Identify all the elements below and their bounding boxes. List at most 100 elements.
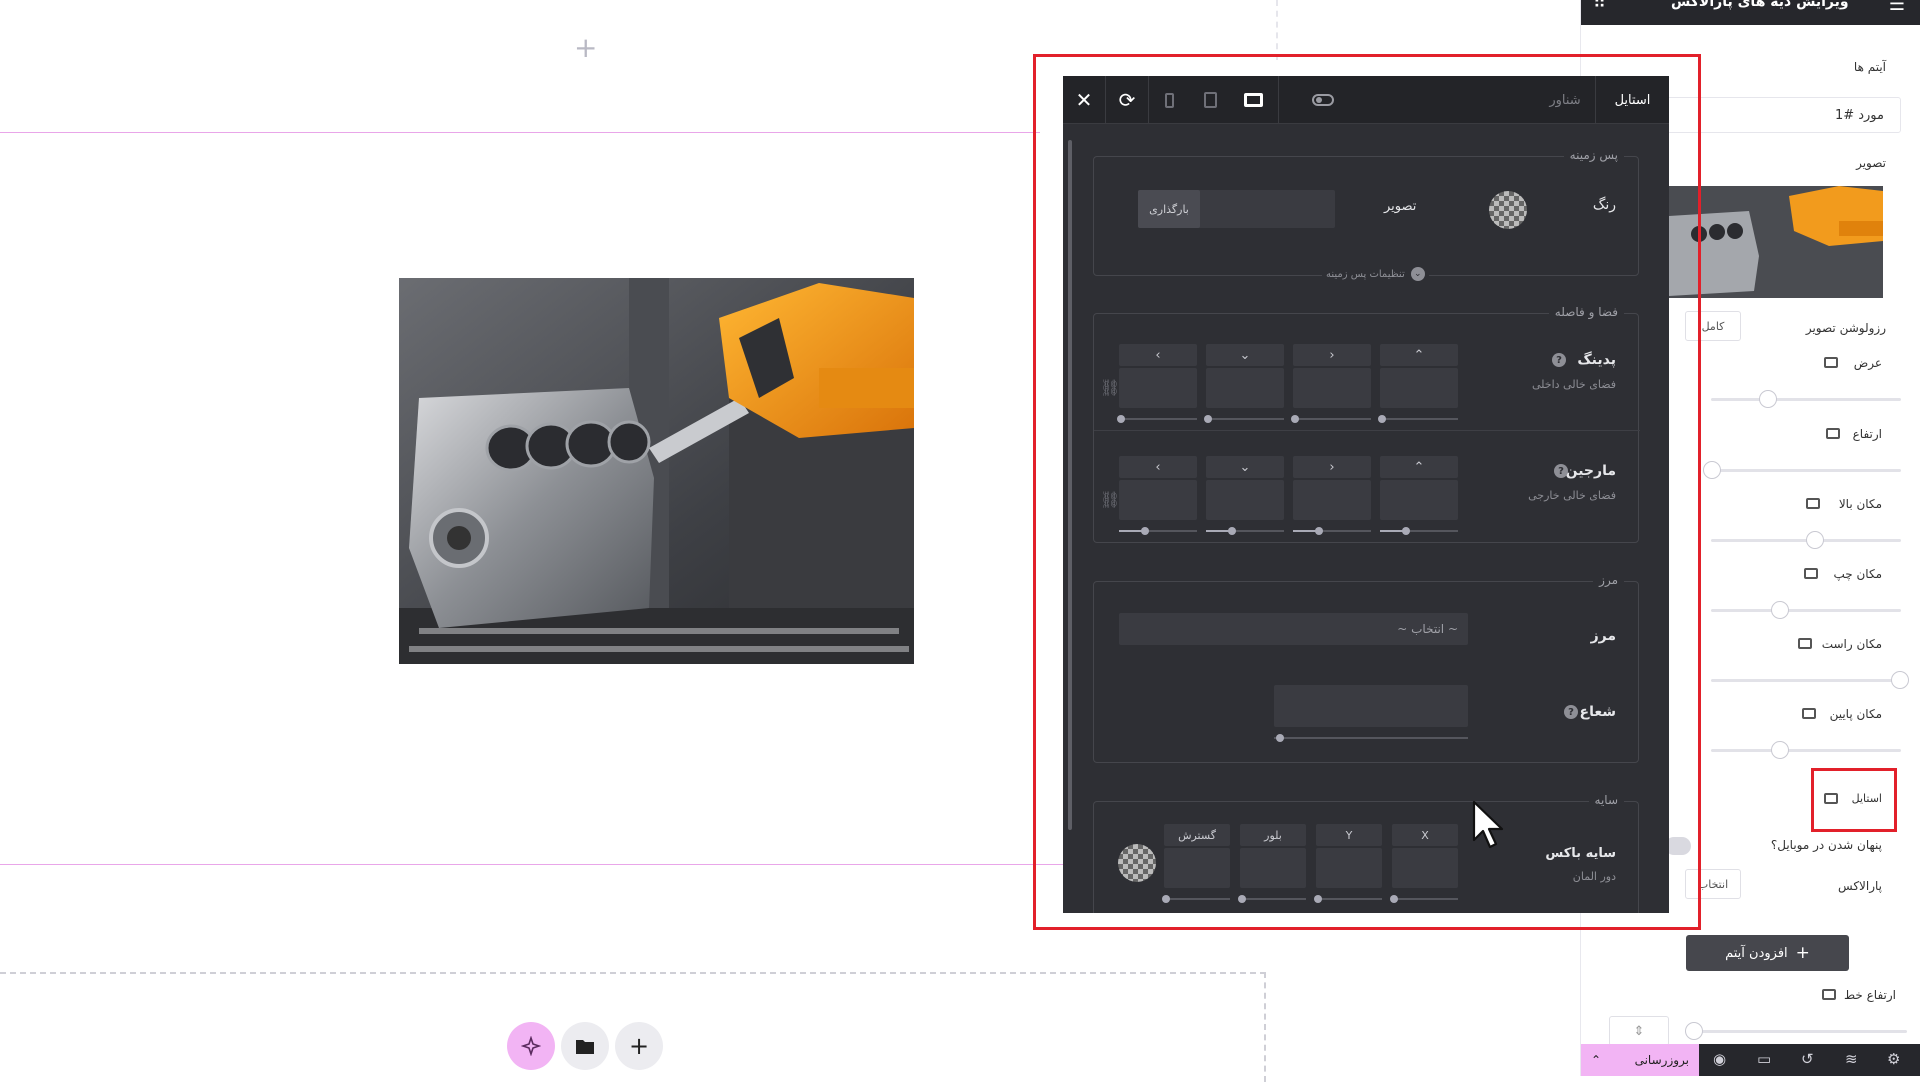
desktop-icon[interactable] xyxy=(1804,568,1818,579)
close-icon: ✕ xyxy=(1075,88,1093,112)
update-button[interactable]: ⌃ بروزرسانی xyxy=(1581,1044,1699,1076)
margin-top-arrow: ⌃ xyxy=(1380,456,1458,478)
sidebar-header: ⠿ ویرایش دیه های پارالاکس ☰ xyxy=(1581,0,1920,25)
shadow-y-slider[interactable] xyxy=(1314,895,1382,903)
height-slider[interactable] xyxy=(1703,461,1901,479)
shadow-blur-slider[interactable] xyxy=(1238,895,1306,903)
right-slider[interactable] xyxy=(1711,671,1909,689)
width-slider[interactable] xyxy=(1711,390,1901,408)
bottom-slider[interactable] xyxy=(1711,741,1901,759)
popup-scrollbar[interactable] xyxy=(1068,140,1072,830)
border-section: مرز مرز ~ انتخاب ~ شعاع ? xyxy=(1093,573,1639,763)
image-thumbnail[interactable] xyxy=(1669,186,1883,298)
margin-right-slider[interactable] xyxy=(1293,527,1371,535)
shadow-y-input[interactable] xyxy=(1316,848,1382,888)
settings-gear-icon[interactable]: ⚙ xyxy=(1887,1050,1900,1068)
toggle-button[interactable] xyxy=(1303,76,1343,124)
desktop-icon xyxy=(1243,93,1263,107)
shadow-x-input[interactable] xyxy=(1392,848,1458,888)
apps-grid-icon[interactable]: ⠿ xyxy=(1593,0,1607,13)
link-icon[interactable]: ⛓ xyxy=(1100,490,1120,509)
add-item-button[interactable]: افزودن آیتم + xyxy=(1686,935,1849,971)
desktop-icon[interactable] xyxy=(1802,708,1816,719)
border-style-select[interactable]: ~ انتخاب ~ xyxy=(1119,613,1468,645)
padding-top-input[interactable] xyxy=(1380,368,1458,408)
desktop-icon[interactable] xyxy=(1798,638,1812,649)
divider xyxy=(1094,430,1640,431)
sidebar-footer: ⌃ بروزرسانی ◉ ▭ ↺ ≋ ⚙ xyxy=(1581,1044,1920,1076)
margin-left-slider[interactable] xyxy=(1119,527,1197,535)
responsive-icon[interactable]: ▭ xyxy=(1757,1050,1771,1068)
chevron-down-icon: ⌄ xyxy=(1410,267,1425,281)
tab-shadow[interactable]: شناور xyxy=(1535,76,1595,124)
color-picker[interactable] xyxy=(1489,191,1527,229)
add-section-icon[interactable]: + xyxy=(574,34,597,62)
line-height-stepper[interactable]: ⇕ xyxy=(1609,1016,1669,1046)
image-label: تصویر xyxy=(1384,199,1417,214)
margin-bottom-slider[interactable] xyxy=(1206,527,1284,535)
upload-button[interactable]: بارگذاری xyxy=(1138,190,1200,228)
desktop-icon[interactable] xyxy=(1806,498,1820,509)
reset-button[interactable]: ⟳ xyxy=(1106,76,1148,124)
tablet-view-button[interactable] xyxy=(1189,76,1231,124)
help-icon[interactable]: ? xyxy=(1564,705,1578,719)
padding-bottom-slider[interactable] xyxy=(1204,415,1284,423)
padding-bottom-input[interactable] xyxy=(1206,368,1284,408)
shadow-color-picker[interactable] xyxy=(1118,844,1156,882)
shadow-spread-slider[interactable] xyxy=(1162,895,1230,903)
bottom-position-label: مکان پایین xyxy=(1829,707,1882,721)
padding-right-slider[interactable] xyxy=(1291,415,1371,423)
menu-icon[interactable]: ☰ xyxy=(1889,0,1905,15)
plus-icon: + xyxy=(1795,943,1810,963)
shadow-spread-input[interactable] xyxy=(1164,848,1230,888)
help-icon[interactable]: ? xyxy=(1554,464,1568,478)
mobile-view-button[interactable] xyxy=(1149,76,1189,124)
desktop-icon[interactable] xyxy=(1824,793,1838,804)
link-icon[interactable]: ⛓ xyxy=(1100,378,1120,397)
padding-right-arrow: › xyxy=(1293,344,1371,366)
margin-right-input[interactable] xyxy=(1293,480,1371,520)
line-height-label: ارتفاع خط xyxy=(1844,988,1896,1002)
padding-left-input[interactable] xyxy=(1119,368,1197,408)
margin-top-input[interactable] xyxy=(1380,480,1458,520)
shadow-blur-input[interactable] xyxy=(1240,848,1306,888)
padding-top-slider[interactable] xyxy=(1378,415,1458,423)
preview-eye-icon[interactable]: ◉ xyxy=(1713,1050,1726,1068)
radius-input[interactable] xyxy=(1274,685,1468,727)
padding-left-slider[interactable] xyxy=(1117,415,1197,423)
margin-right-arrow: › xyxy=(1293,456,1371,478)
tab-style[interactable]: استایل xyxy=(1596,76,1669,124)
background-settings-toggle[interactable]: تنظیمات پس زمینه ⌄ xyxy=(1322,267,1429,281)
left-position-label: مکان چپ xyxy=(1833,567,1882,581)
top-slider[interactable] xyxy=(1711,531,1901,549)
margin-label: مارجین xyxy=(1565,463,1616,479)
mouse-cursor-icon xyxy=(1472,800,1504,849)
margin-top-slider[interactable] xyxy=(1380,527,1458,535)
item-name: مورد #1 xyxy=(1834,107,1884,123)
template-library-button[interactable] xyxy=(561,1022,609,1070)
desktop-icon[interactable] xyxy=(1824,357,1838,368)
margin-bottom-input[interactable] xyxy=(1206,480,1284,520)
shadow-x-slider[interactable] xyxy=(1390,895,1458,903)
hide-mobile-label: پنهان شدن در موبایل؟ xyxy=(1770,838,1882,852)
navigator-layers-icon[interactable]: ≋ xyxy=(1845,1050,1858,1068)
radius-slider[interactable] xyxy=(1274,734,1468,742)
desktop-icon[interactable] xyxy=(1826,428,1840,439)
chevron-up-icon[interactable]: ⌃ xyxy=(1591,1053,1601,1067)
desktop-view-button[interactable] xyxy=(1231,76,1275,124)
background-settings-label: تنظیمات پس زمینه xyxy=(1326,268,1405,280)
box-shadow-label: سایه باکس xyxy=(1545,846,1616,861)
style-label[interactable]: استایل xyxy=(1852,792,1882,805)
parallax-image[interactable] xyxy=(399,278,914,664)
history-icon[interactable]: ↺ xyxy=(1801,1050,1814,1068)
margin-left-input[interactable] xyxy=(1119,480,1197,520)
desktop-icon[interactable] xyxy=(1822,989,1836,1000)
padding-right-input[interactable] xyxy=(1293,368,1371,408)
add-section-button[interactable]: + xyxy=(615,1022,663,1070)
help-icon[interactable]: ? xyxy=(1552,353,1566,367)
shadow-section: سایه سایه باکس دور المان گسترش بلور Y X xyxy=(1093,793,1639,913)
line-height-slider[interactable] xyxy=(1685,1022,1907,1040)
ai-magic-button[interactable] xyxy=(507,1022,555,1070)
left-slider[interactable] xyxy=(1711,601,1901,619)
close-button[interactable]: ✕ xyxy=(1063,76,1105,124)
